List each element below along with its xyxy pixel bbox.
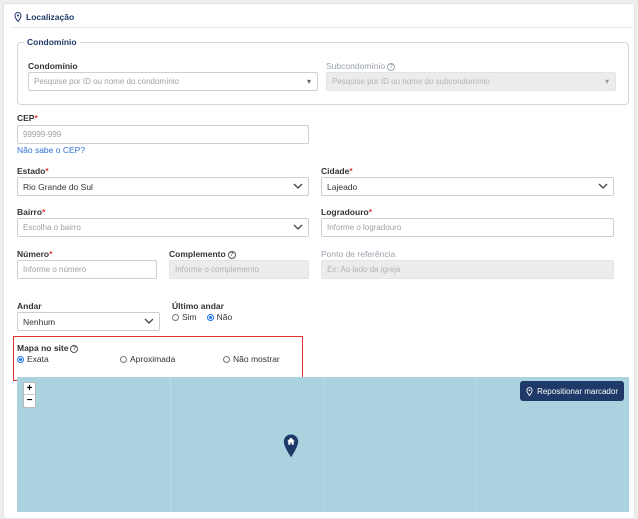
map-tile-seam (323, 377, 324, 512)
bairro-select[interactable]: Escolha o bairro (17, 218, 309, 237)
subcondominio-label: Subcondomínio? (326, 61, 396, 71)
ultimo-andar-options: Sim Não (172, 312, 232, 322)
estado-label: Estado* (17, 166, 49, 176)
caret-down-icon: ▾ (306, 77, 311, 86)
radio-exata[interactable]: Exata (17, 354, 49, 365)
numero-input[interactable]: Informe o número (17, 260, 157, 279)
subcondominio-label-text: Subcondomínio (326, 61, 386, 71)
andar-label: Andar (17, 301, 42, 311)
radio-aproximada-control[interactable]: Aproximada (120, 354, 175, 364)
map-view[interactable]: + − Repositionar marcador (17, 377, 629, 512)
required-marker: * (45, 166, 49, 176)
referencia-placeholder: Ex: Ao lado da igreja (327, 265, 401, 274)
bairro-label: Bairro* (17, 207, 45, 217)
required-marker: * (34, 113, 38, 123)
help-icon[interactable]: ? (227, 250, 236, 259)
chevron-down-icon (293, 183, 303, 189)
numero-placeholder: Informe o número (23, 265, 87, 274)
chevron-down-icon (598, 183, 608, 189)
subcondominio-select: Pesquise por ID ou nome do subcondomínio… (326, 72, 616, 91)
cep-label-text: CEP (17, 113, 35, 123)
radio-indicator[interactable] (206, 313, 214, 321)
subcondominio-placeholder: Pesquise por ID ou nome do subcondomínio (332, 77, 490, 86)
cidade-label-text: Cidade (321, 166, 350, 176)
map-tile-seam (170, 377, 171, 512)
required-marker: * (349, 166, 353, 176)
section-header: Localização (14, 12, 74, 22)
zoom-in-button[interactable]: + (24, 383, 35, 395)
estado-label-text: Estado (17, 166, 46, 176)
radio-nao-label: Não (216, 312, 233, 322)
estado-select[interactable]: Rio Grande do Sul (17, 177, 309, 196)
zoom-out-button[interactable]: − (24, 395, 35, 407)
cep-placeholder: 99999-999 (23, 130, 62, 139)
radio-indicator[interactable] (17, 355, 24, 363)
condominio-fieldset: Condomínio (17, 37, 629, 105)
zoom-control: + − (23, 382, 36, 408)
condominio-label: Condomínio (28, 61, 78, 71)
condominio-placeholder: Pesquise por ID ou nome do condomínio (34, 77, 179, 86)
radio-indicator[interactable] (120, 355, 127, 363)
cep-help-link[interactable]: Não sabe o CEP? (17, 145, 85, 155)
bairro-label-text: Bairro (17, 207, 43, 217)
numero-label: Número* (17, 249, 52, 259)
radio-aproximada-label: Aproximada (130, 354, 176, 364)
location-pin-icon (14, 12, 22, 22)
help-icon[interactable]: ? (70, 344, 79, 353)
complemento-placeholder: Informe o complemento (175, 265, 260, 274)
radio-exata-control[interactable]: Exata (17, 354, 49, 364)
required-marker: * (42, 207, 46, 217)
reposition-marker-button[interactable]: Repositionar marcador (520, 381, 624, 401)
location-pin-icon (526, 386, 533, 396)
andar-value: Nenhum (23, 316, 56, 327)
map-tile-seam (476, 377, 477, 512)
radio-nao-mostrar-control[interactable]: Não mostrar (223, 354, 280, 364)
caret-down-icon: ▾ (604, 77, 609, 86)
cep-label: CEP* (17, 113, 38, 123)
radio-indicator[interactable] (223, 355, 230, 363)
reposition-marker-label: Repositionar marcador (537, 386, 618, 396)
radio-nao-mostrar-label: Não mostrar (233, 354, 280, 364)
cidade-label: Cidade* (321, 166, 353, 176)
radio-aproximada[interactable]: Aproximada (120, 354, 175, 365)
required-marker: * (368, 207, 373, 217)
mapa-site-label-text: Mapa no site (17, 343, 69, 353)
section-title: Localização (26, 12, 75, 22)
chevron-down-icon (144, 318, 154, 324)
condominio-legend: Condomínio (27, 37, 77, 47)
condominio-select[interactable]: Pesquise por ID ou nome do condomínio ▾ (28, 72, 318, 91)
logradouro-label: Logradouro* (321, 207, 372, 217)
location-panel: Localização Condomínio Condomínio Pesqui… (3, 3, 635, 519)
cep-input[interactable]: 99999-999 (17, 125, 309, 144)
ultimo-andar-label: Último andar (172, 301, 224, 311)
complemento-label: Complemento? (169, 249, 236, 259)
radio-indicator[interactable] (172, 313, 179, 321)
estado-value: Rio Grande do Sul (23, 181, 93, 192)
referencia-input: Ex: Ao lado da igreja (321, 260, 614, 279)
logradouro-placeholder: Informe o logradouro (327, 223, 402, 232)
radio-nao[interactable]: Não (206, 312, 233, 322)
required-marker: * (49, 249, 53, 259)
referencia-label: Ponto de referência (321, 249, 396, 259)
mapa-site-label: Mapa no site? (17, 343, 79, 353)
radio-exata-label: Exata (27, 354, 49, 364)
chevron-down-icon (293, 224, 303, 230)
help-icon[interactable]: ? (387, 62, 396, 71)
home-marker-icon[interactable] (283, 434, 299, 458)
bairro-placeholder: Escolha o bairro (23, 223, 81, 232)
radio-sim[interactable]: Sim (172, 312, 197, 322)
section-divider (12, 27, 632, 28)
radio-sim-label: Sim (182, 312, 197, 322)
cidade-select[interactable]: Lajeado (321, 177, 614, 196)
andar-select[interactable]: Nenhum (17, 312, 160, 331)
complemento-label-text: Complemento (169, 249, 226, 259)
radio-nao-mostrar[interactable]: Não mostrar (223, 354, 280, 365)
complemento-input: Informe o complemento (169, 260, 309, 279)
logradouro-label-text: Logradouro (321, 207, 369, 217)
cidade-value: Lajeado (327, 181, 358, 192)
logradouro-input[interactable]: Informe o logradouro (321, 218, 614, 237)
numero-label-text: Número (17, 249, 50, 259)
